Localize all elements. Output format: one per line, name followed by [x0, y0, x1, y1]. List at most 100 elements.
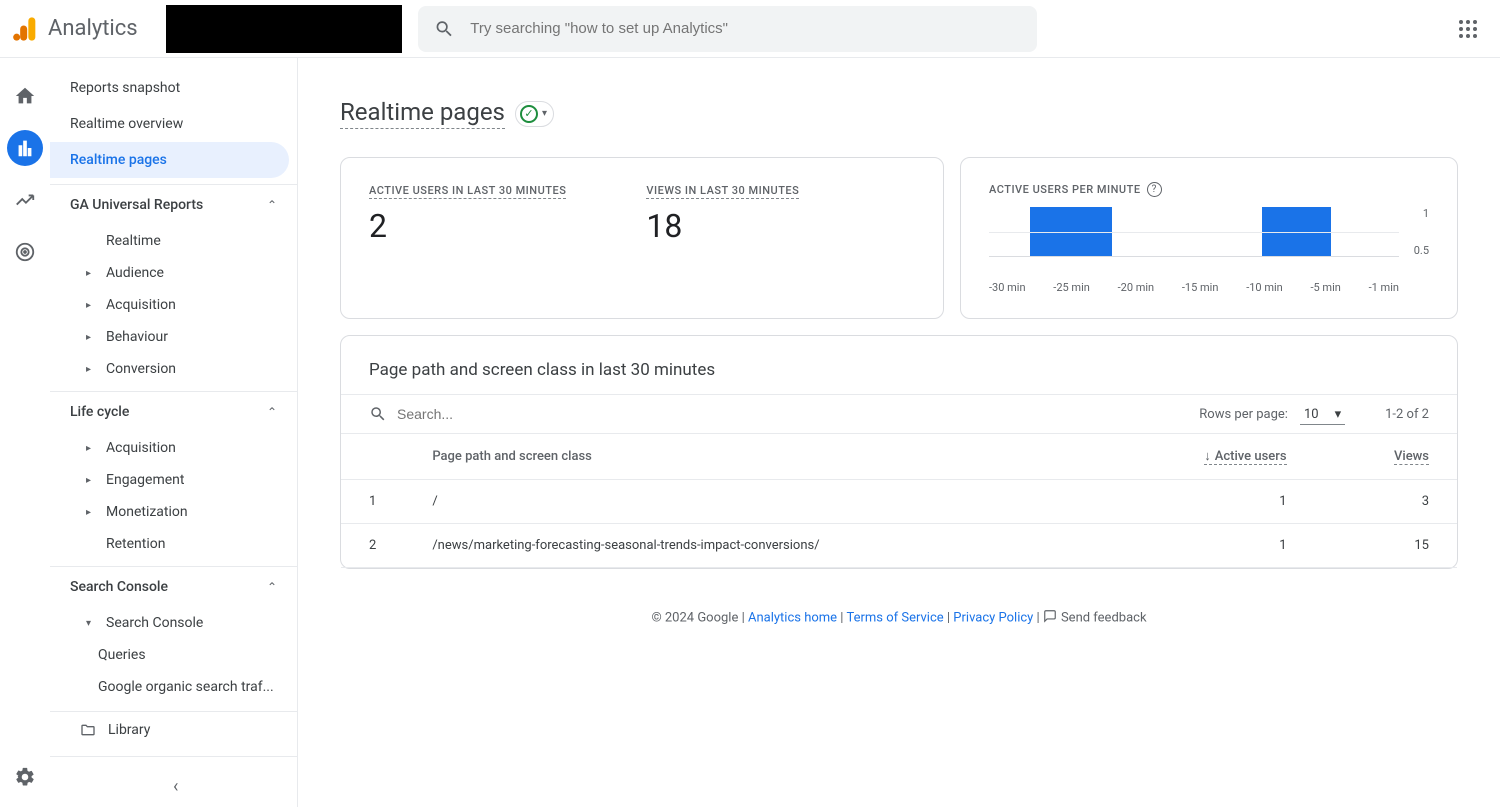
expand-arrow-icon: ▸	[86, 507, 96, 518]
expand-arrow-icon: ▸	[86, 332, 96, 343]
col-active-users[interactable]: ↓ Active users	[1098, 434, 1314, 480]
terms-link[interactable]: Terms of Service	[846, 610, 943, 625]
analytics-home-link[interactable]: Analytics home	[748, 610, 837, 625]
x-tick: -1 min	[1369, 281, 1399, 294]
chart-bars	[989, 207, 1399, 257]
metrics-card: Active users in last 30 minutes 2 Views …	[340, 157, 944, 319]
chart-bar	[1317, 207, 1331, 256]
y-tick: 0.5	[1414, 244, 1429, 257]
x-tick: -15 min	[1182, 281, 1219, 294]
rail-home-icon[interactable]	[7, 78, 43, 114]
rail-explore-icon[interactable]	[7, 182, 43, 218]
footer: © 2024 Google | Analytics home | Terms o…	[340, 609, 1458, 627]
sidebar-sub-item[interactable]: Realtime	[50, 225, 297, 257]
privacy-link[interactable]: Privacy Policy	[953, 610, 1033, 625]
x-tick: -10 min	[1246, 281, 1283, 294]
send-feedback-link[interactable]: Send feedback	[1061, 610, 1147, 625]
metric-views: Views in last 30 minutes 18	[646, 182, 799, 294]
sidebar-sub-item[interactable]: ▸Acquisition	[50, 432, 297, 464]
rows-per-page-select[interactable]: 10 ▾	[1300, 403, 1345, 425]
chart-bar	[1290, 207, 1304, 256]
x-tick: -25 min	[1053, 281, 1090, 294]
metric-label: Views in last 30 minutes	[646, 184, 799, 199]
table-title: Page path and screen class in last 30 mi…	[341, 360, 1457, 394]
y-tick: 1	[1423, 207, 1429, 220]
x-tick: -5 min	[1310, 281, 1340, 294]
chart-bar	[1276, 207, 1290, 256]
expand-arrow-icon: ▸	[86, 300, 96, 311]
expand-arrow-icon: ▸	[86, 443, 96, 454]
sidebar-section-header[interactable]: Life cycle⌃	[50, 391, 297, 432]
chart-y-axis: 1 0.5	[1399, 207, 1429, 257]
rail-reports-icon[interactable]	[7, 130, 43, 166]
feedback-icon	[1043, 609, 1057, 627]
apps-grid-icon[interactable]	[1456, 17, 1480, 41]
search-icon	[434, 18, 455, 40]
sidebar-item[interactable]: Reports snapshot	[50, 70, 289, 106]
table-card: Page path and screen class in last 30 mi…	[340, 335, 1458, 569]
expand-arrow-icon: ▸	[86, 364, 96, 375]
sidebar-sub-item[interactable]: ▸Acquisition	[50, 289, 297, 321]
chevron-up-icon: ⌃	[267, 580, 277, 594]
copyright: © 2024 Google	[651, 610, 738, 625]
sidebar-sub-item[interactable]: ▸Monetization	[50, 496, 297, 528]
rail-advertising-icon[interactable]	[7, 234, 43, 270]
table-row[interactable]: 2/news/marketing-forecasting-seasonal-tr…	[341, 524, 1457, 568]
x-tick: -20 min	[1118, 281, 1155, 294]
library-label: Library	[108, 722, 150, 738]
sidebar-sub-item[interactable]: Queries	[50, 639, 290, 671]
chevron-up-icon: ⌃	[267, 198, 277, 212]
page-title: Realtime pages	[340, 98, 505, 129]
search-box[interactable]	[418, 6, 1037, 52]
expand-arrow-icon: ▸	[86, 475, 96, 486]
sidebar-section-header[interactable]: GA Universal Reports⌃	[50, 184, 297, 225]
chart-card: Active users per minute ? 1 0.5 -30 min-…	[960, 157, 1458, 319]
analytics-logo-icon	[12, 15, 40, 43]
chart-bar	[1303, 207, 1317, 256]
sidebar-section-header[interactable]: Search Console⌃	[50, 566, 297, 607]
sidebar: Reports snapshotRealtime overviewRealtim…	[50, 58, 298, 807]
sidebar-library[interactable]: Library	[50, 711, 297, 748]
search-input[interactable]	[470, 20, 1020, 37]
metric-value: 2	[369, 207, 566, 245]
chart-bar	[1057, 207, 1071, 256]
sidebar-sub-item[interactable]: ▾Search Console	[50, 607, 297, 639]
sidebar-collapse-button[interactable]: ‹	[165, 768, 186, 805]
app-name: Analytics	[48, 16, 138, 41]
left-rail	[0, 58, 50, 807]
logo[interactable]: Analytics	[12, 15, 138, 43]
sidebar-sub-item[interactable]: ▸Behaviour	[50, 321, 297, 353]
chart-bar	[1085, 207, 1099, 256]
chart-bar	[1071, 207, 1085, 256]
pages-table: Page path and screen class ↓ Active user…	[341, 434, 1457, 568]
table-search-input[interactable]	[397, 406, 1199, 422]
sidebar-sub-item[interactable]: ▸Audience	[50, 257, 297, 289]
sidebar-item[interactable]: Realtime pages	[50, 142, 289, 178]
chart-x-axis: -30 min-25 min-20 min-15 min-10 min-5 mi…	[989, 281, 1429, 294]
account-selector-redacted[interactable]	[166, 5, 402, 53]
status-chip[interactable]: ✓ ▾	[515, 101, 554, 127]
metric-value: 18	[646, 207, 799, 245]
metric-active-users: Active users in last 30 minutes 2	[369, 182, 566, 294]
col-path[interactable]: Page path and screen class	[404, 434, 1098, 480]
sidebar-sub-item[interactable]: Google organic search traf...	[50, 671, 290, 703]
status-check-icon: ✓	[520, 105, 538, 123]
chart-bar	[1044, 207, 1058, 256]
chevron-up-icon: ⌃	[267, 405, 277, 419]
rail-settings-icon[interactable]	[7, 759, 43, 795]
sidebar-sub-item[interactable]: ▸Conversion	[50, 353, 297, 385]
sidebar-sub-item[interactable]: ▸Engagement	[50, 464, 297, 496]
col-views[interactable]: Views	[1315, 434, 1457, 480]
folder-icon	[80, 722, 96, 738]
sidebar-item[interactable]: Realtime overview	[50, 106, 289, 142]
rows-value: 10	[1304, 407, 1319, 422]
sidebar-sub-item[interactable]: Retention	[50, 528, 297, 560]
chart-bar	[1262, 207, 1276, 256]
expand-arrow-icon: ▸	[86, 268, 96, 279]
help-icon[interactable]: ?	[1147, 182, 1162, 197]
table-row[interactable]: 1/13	[341, 480, 1457, 524]
app-header: Analytics	[0, 0, 1500, 58]
chart-bar	[1098, 207, 1112, 256]
chart-title: Active users per minute	[989, 183, 1141, 196]
rows-per-page-label: Rows per page:	[1199, 407, 1288, 422]
